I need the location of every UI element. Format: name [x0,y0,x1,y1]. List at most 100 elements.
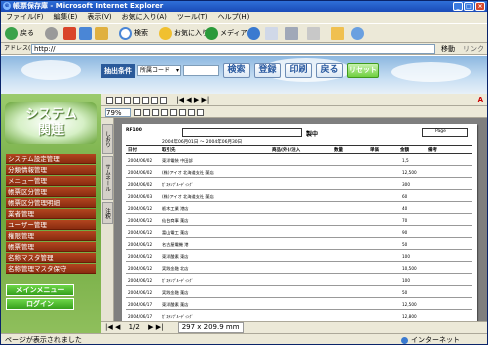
document-area: RF100 製中 Page 2004年06月01日 ～ 2004年06月30日 … [114,118,487,321]
sidebar-item-classification[interactable]: 分類情報管理 [6,165,96,175]
next-page-icon[interactable]: ▶ [194,96,199,104]
save-icon[interactable] [106,96,113,104]
links-label[interactable]: リンク [463,43,484,55]
row-customer: ｶﾞｽﾃﾝﾌﾟﾙｰﾃﾞｨﾝｸﾞ [162,314,194,319]
table-row: 2004/06/12 富山電工 薬店 90 [126,226,472,238]
menu-help[interactable]: ヘルプ(H) [213,12,255,23]
hand-icon[interactable] [142,96,149,104]
favorites-button[interactable]: お気に入り [159,26,209,41]
login-button[interactable]: ログイン [6,298,74,310]
edit-button[interactable] [307,26,322,41]
row-amount: 300 [402,182,410,187]
address-value: http:// [34,45,56,53]
back-button[interactable]: 戻る [5,26,34,41]
note-icon[interactable] [170,108,178,116]
system-logo: システム 関連 [5,102,97,144]
stop-button[interactable] [63,26,78,41]
sidebar-item-user[interactable]: ユーザー管理 [6,220,96,230]
maximize-icon[interactable]: □ [464,2,474,11]
first-page-icon[interactable]: |◀ [176,96,184,104]
menu-bar: ファイル(F) 編集(E) 表示(V) お気に入り(A) ツール(T) ヘルプ(H) [1,12,487,23]
table-row: 2004/06/02 (株)アイオ 北海道支社 薬店 12,500 [126,166,472,178]
sidebar-item-vendor[interactable]: 業者管理 [6,209,96,219]
sidebar-item-name-master-maintenance[interactable]: 名称管理マスタ保守 [6,264,96,274]
register-button[interactable]: 登録 [254,63,281,78]
zone-indicator: インターネット [401,334,460,344]
sidebar-item-name-master[interactable]: 名称マスタ管理 [6,253,96,263]
reset-button[interactable]: リセット [347,63,379,78]
menu-view[interactable]: 表示(V) [82,12,116,23]
print-report-button[interactable]: 印刷 [285,63,312,78]
minimize-icon[interactable]: _ [453,2,463,11]
search-button[interactable]: 検索 [119,26,148,41]
fit-width-icon[interactable] [143,108,151,116]
sidebar-item-system-settings[interactable]: システム設定管理 [6,154,96,164]
refresh-button[interactable] [79,26,94,41]
media-button[interactable]: メディア [205,26,248,41]
sidebar-item-report-category[interactable]: 帳票区分管理 [6,187,96,197]
sidebar-item-menu[interactable]: メニュー管理 [6,176,96,186]
go-button[interactable]: 移動 [441,43,455,55]
folder-button[interactable] [331,26,346,41]
row-customer: ｶﾞｽﾃﾝﾌﾟﾙｰﾃﾞｨﾝｸﾞ [162,278,194,283]
row-amount: 12,500 [402,170,417,175]
row-date: 2004/06/12 [128,230,153,235]
row-amount: 10,500 [402,266,417,271]
row-customer: 東洋電装 中田部 [162,158,193,163]
tab-bookmarks[interactable]: しおり [102,124,113,154]
filter-input[interactable] [183,65,219,76]
sidebar-item-permission[interactable]: 権限管理 [6,231,96,241]
select-text-icon[interactable] [151,96,158,104]
menu-edit[interactable]: 編集(E) [49,12,83,23]
messenger-button[interactable] [351,26,366,41]
search-icon[interactable] [133,96,140,104]
nav-first-icon[interactable]: |◀ ◀ [105,323,120,331]
forward-button[interactable] [45,26,60,41]
history-button[interactable] [247,26,262,41]
home-button[interactable] [95,26,110,41]
table-row: 2004/06/12 栃木工業 港店 40 [126,202,472,214]
back-page-button[interactable]: 戻る [316,63,343,78]
email-icon[interactable] [124,96,131,104]
sidebar-item-report[interactable]: 帳票管理 [6,242,96,252]
line-icon[interactable] [197,108,205,116]
print-icon[interactable] [115,96,122,104]
row-date: 2004/06/12 [128,290,153,295]
table-row: 2004/06/17 ｶﾞｽﾃﾝﾌﾟﾙｰﾃﾞｨﾝｸﾞ 12,800 [126,310,472,321]
menu-tools[interactable]: ツール(T) [172,12,213,23]
menu-favorites[interactable]: お気に入り(A) [117,12,172,23]
highlight-icon[interactable] [179,108,187,116]
browser-toolbar: 戻る 検索 お気に入り メディア [1,23,487,43]
zoom-icon[interactable] [160,96,167,104]
table-row: 2004/06/12 実践金融 北店 10,500 [126,262,472,274]
tab-comments[interactable]: 注釈 [102,202,113,224]
pencil-icon[interactable] [188,108,196,116]
row-date: 2004/06/12 [128,254,153,259]
table-row: 2004/06/02 東洋電装 中田部 1,5 [126,154,472,166]
prev-page-icon[interactable]: ◀ [186,96,191,104]
print-button[interactable] [285,26,300,41]
last-page-icon[interactable]: ▶| [201,96,209,104]
main-menu-button[interactable]: メインメニュー [6,284,74,296]
sidebar-item-report-category-detail[interactable]: 帳票区分管理明細 [6,198,96,208]
search-submit-button[interactable]: 検索 [223,63,250,78]
rotate-icon[interactable] [152,108,160,116]
menu-file[interactable]: ファイル(F) [1,12,49,23]
filter-select[interactable]: 所属コード [137,65,181,76]
nav-next-icon[interactable]: ▶ ▶| [148,323,163,331]
mail-button[interactable] [265,26,280,41]
address-input[interactable]: http:// [31,44,435,54]
table-row: 2004/06/03 (株)アイオ 北海道支社 薬店 60 [126,190,472,202]
address-bar: アドレス(D) http:// 移動 リンク [1,43,487,55]
folder-icon [331,26,344,40]
tab-thumbnails[interactable]: サムネール [102,156,113,200]
fit-page-icon[interactable] [134,108,142,116]
zoom-select[interactable]: 79% [105,107,131,117]
row-customer: (株)アイオ 北海道支社 薬店 [162,194,214,199]
row-date: 2004/06/12 [128,278,153,283]
media-icon [205,26,218,40]
text-tool-icon[interactable] [161,108,169,116]
close-icon[interactable]: × [475,2,485,11]
cloud-decoration [21,60,81,80]
refresh-icon [79,26,92,40]
